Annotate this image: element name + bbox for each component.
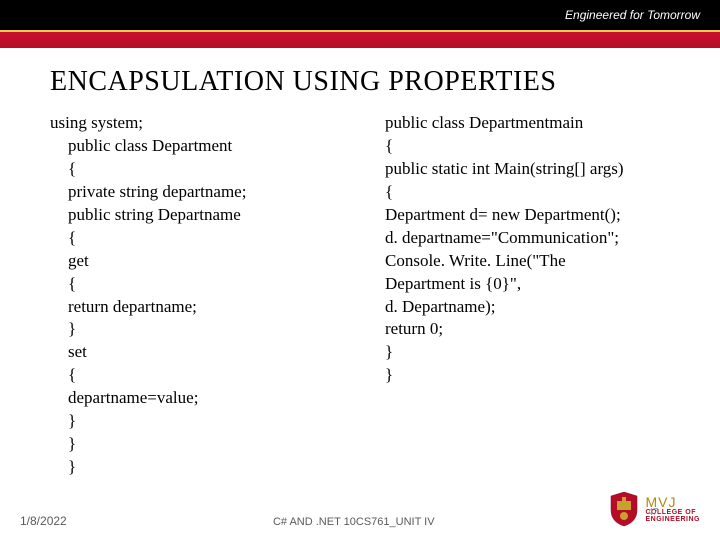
code-line: { — [68, 273, 355, 296]
code-line: Department is {0}", — [385, 273, 690, 296]
code-line: public class Departmentmain — [385, 112, 690, 135]
footer-course: C# AND .NET 10CS761_UNIT IV — [100, 516, 607, 528]
code-line: d. Departname); — [385, 296, 690, 319]
code-line: Console. Write. Line("The — [385, 250, 690, 273]
slide-title: ENCAPSULATION USING PROPERTIES — [50, 66, 690, 98]
code-line: { — [68, 364, 355, 387]
code-line: departname=value; — [68, 387, 355, 410]
footer-date: 1/8/2022 — [20, 514, 100, 528]
code-line: public static int Main(string[] args) — [385, 158, 690, 181]
code-line: return departname; — [68, 296, 355, 319]
code-line: } — [68, 456, 355, 479]
red-gold-bar — [0, 30, 720, 48]
code-line: get — [68, 250, 355, 273]
code-line: public class Department — [68, 135, 355, 158]
code-column-right: public class Departmentmain { public sta… — [385, 112, 690, 479]
slide-footer: 1/8/2022 C# AND .NET 10CS761_UNIT IV MVJ… — [0, 490, 720, 528]
logo-shield-icon — [607, 490, 641, 528]
code-line: Department d= new Department(); — [385, 204, 690, 227]
code-line: } — [68, 410, 355, 433]
code-column-left: using system; public class Department { … — [50, 112, 355, 479]
code-line: { — [385, 135, 690, 158]
code-line: using system; — [50, 112, 355, 135]
code-line: { — [385, 181, 690, 204]
code-line: } — [385, 364, 690, 387]
code-line: { — [68, 227, 355, 250]
code-line: { — [68, 158, 355, 181]
page-number: 47 — [648, 507, 658, 518]
code-line: d. departname="Communication"; — [385, 227, 690, 250]
code-line: private string departname; — [68, 181, 355, 204]
code-line: set — [68, 341, 355, 364]
slide-content: ENCAPSULATION USING PROPERTIES using sys… — [0, 48, 720, 479]
code-line: public string Departname — [68, 204, 355, 227]
tagline-text: Engineered for Tomorrow — [565, 8, 700, 22]
code-line: } — [385, 341, 690, 364]
code-line: } — [68, 318, 355, 341]
code-line: } — [68, 433, 355, 456]
code-columns: using system; public class Department { … — [50, 112, 690, 479]
top-black-bar: Engineered for Tomorrow — [0, 0, 720, 30]
code-line: return 0; — [385, 318, 690, 341]
